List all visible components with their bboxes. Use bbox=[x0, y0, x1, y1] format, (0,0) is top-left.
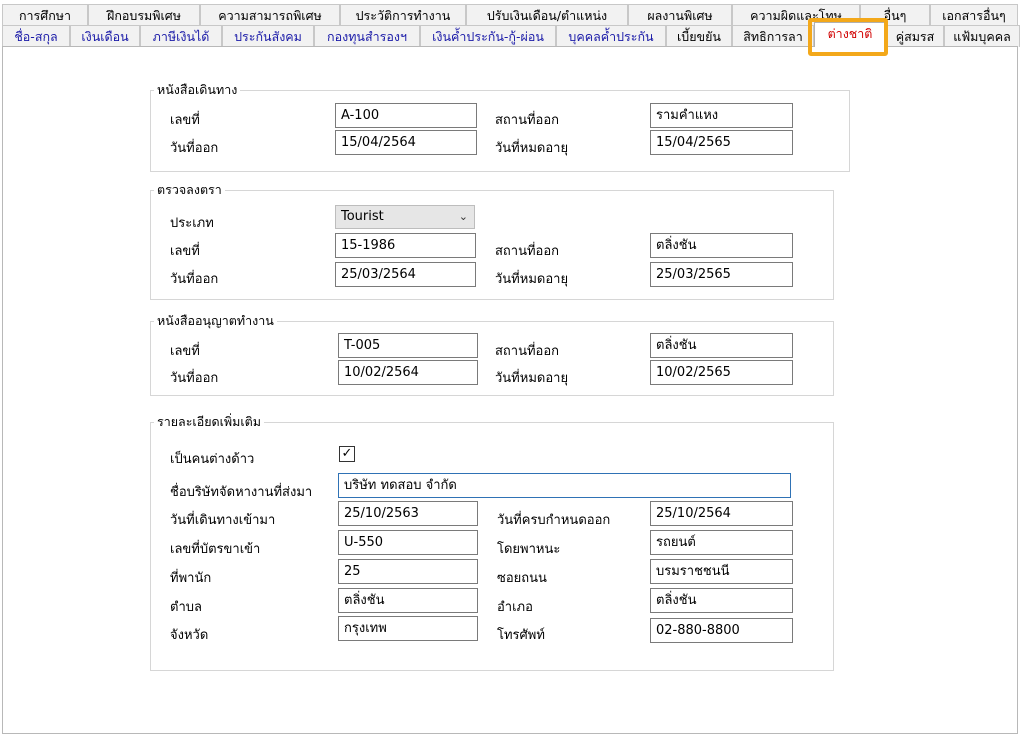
tab-education[interactable]: การศึกษา bbox=[2, 4, 88, 26]
due-date-input[interactable]: 25/10/2564 bbox=[650, 501, 793, 526]
street-label: ซอยถนน bbox=[497, 571, 547, 586]
work-permit-expire-label: วันที่หมดอายุ bbox=[495, 371, 569, 386]
work-permit-issue-input[interactable]: 10/02/2564 bbox=[338, 360, 478, 385]
alien-checkbox[interactable]: ✓ bbox=[339, 446, 355, 462]
visa-number-label: เลขที่ bbox=[170, 244, 200, 259]
tab-foreigner[interactable]: ต่างชาติ bbox=[814, 22, 886, 47]
residence-label: ที่พานัก bbox=[170, 571, 212, 586]
visa-type-select[interactable]: Tourist ⌄ bbox=[335, 205, 475, 229]
tab-other-documents[interactable]: เอกสารอื่นๆ bbox=[930, 4, 1018, 26]
tab-diligence[interactable]: เบี้ยขยัน bbox=[666, 25, 732, 47]
visa-number-input[interactable]: 15-1986 bbox=[335, 233, 476, 258]
phone-input[interactable]: 02-880-8800 bbox=[650, 618, 793, 643]
passport-number-label: เลขที่ bbox=[170, 113, 200, 128]
work-permit-place-label: สถานที่ออก bbox=[495, 344, 560, 359]
tab-guarantor[interactable]: บุคคลค้ำประกัน bbox=[556, 25, 666, 47]
work-permit-number-label: เลขที่ bbox=[170, 344, 200, 359]
work-permit-place-input[interactable]: ตลิ่งชัน bbox=[650, 333, 793, 358]
visa-legend: ตรวจลงตรา bbox=[157, 182, 222, 197]
details-legend: รายละเอียดเพิ่มเติม bbox=[157, 414, 262, 429]
entry-card-label: เลขที่บัตรขาเข้า bbox=[170, 542, 261, 557]
visa-issue-input[interactable]: 25/03/2564 bbox=[335, 262, 476, 287]
passport-place-input[interactable]: รามคำแหง bbox=[650, 103, 793, 128]
passport-issue-label: วันที่ออก bbox=[170, 141, 219, 156]
tab-special-training[interactable]: ฝึกอบรมพิเศษ bbox=[88, 4, 200, 26]
province-label: จังหวัด bbox=[170, 628, 209, 643]
chevron-down-icon: ⌄ bbox=[458, 210, 468, 223]
tab-spouse[interactable]: คู่สมรส bbox=[886, 25, 944, 47]
work-permit-issue-label: วันที่ออก bbox=[170, 371, 219, 386]
check-icon: ✓ bbox=[341, 446, 353, 461]
passport-expire-label: วันที่หมดอายุ bbox=[495, 141, 569, 156]
street-input[interactable]: บรมราชชนนี bbox=[650, 559, 793, 584]
tab-work-history[interactable]: ประวัติการทำงาน bbox=[340, 4, 466, 26]
passport-issue-input[interactable]: 15/04/2564 bbox=[335, 130, 477, 155]
passport-expire-input[interactable]: 15/04/2565 bbox=[650, 130, 793, 155]
tab-name[interactable]: ชื่อ-สกุล bbox=[2, 25, 70, 47]
entry-date-input[interactable]: 25/10/2563 bbox=[338, 501, 478, 526]
entry-date-label: วันที่เดินทางเข้ามา bbox=[170, 513, 276, 528]
visa-issue-label: วันที่ออก bbox=[170, 272, 219, 287]
district-input[interactable]: ตลิ่งชัน bbox=[650, 588, 793, 613]
entry-card-input[interactable]: U-550 bbox=[338, 530, 478, 555]
subdistrict-label: ตำบล bbox=[170, 600, 202, 615]
province-input[interactable]: กรุงเทพ bbox=[338, 616, 478, 641]
visa-place-input[interactable]: ตลิ่งชัน bbox=[650, 233, 793, 258]
work-permit-number-input[interactable]: T-005 bbox=[338, 333, 478, 358]
tab-leave[interactable]: สิทธิการลา bbox=[732, 25, 814, 47]
tab-salary[interactable]: เงินเดือน bbox=[70, 25, 140, 47]
tab-guarantee-loan[interactable]: เงินค้ำประกัน-กู้-ผ่อน bbox=[420, 25, 556, 47]
tab-special-skills[interactable]: ความสามารถพิเศษ bbox=[200, 4, 340, 26]
residence-input[interactable]: 25 bbox=[338, 559, 478, 584]
phone-label: โทรศัพท์ bbox=[497, 628, 545, 643]
vehicle-input[interactable]: รถยนต์ bbox=[650, 530, 793, 555]
tab-special-work[interactable]: ผลงานพิเศษ bbox=[628, 4, 732, 26]
tab-social-security[interactable]: ประกันสังคม bbox=[222, 25, 314, 47]
work-permit-legend: หนังสืออนุญาตทำงาน bbox=[157, 313, 274, 328]
visa-expire-label: วันที่หมดอายุ bbox=[495, 272, 569, 287]
tab-income-tax[interactable]: ภาษีเงินได้ bbox=[140, 25, 222, 47]
due-date-label: วันที่ครบกำหนดออก bbox=[497, 513, 611, 528]
work-permit-expire-input[interactable]: 10/02/2565 bbox=[650, 360, 793, 385]
subdistrict-input[interactable]: ตลิ่งชัน bbox=[338, 588, 478, 613]
visa-type-value: Tourist bbox=[341, 209, 384, 224]
tab-provident-fund[interactable]: กองทุนสำรองฯ bbox=[314, 25, 420, 47]
alien-label: เป็นคนต่างด้าว bbox=[170, 452, 255, 467]
visa-type-label: ประเภท bbox=[170, 216, 214, 231]
company-input[interactable]: บริษัท ทดสอบ จำกัด bbox=[338, 473, 791, 498]
tab-salary-position[interactable]: ปรับเงินเดือน/ตำแหน่ง bbox=[466, 4, 628, 26]
company-label: ชื่อบริษัทจัดหางานที่ส่งมา bbox=[170, 485, 313, 500]
vehicle-label: โดยพาหนะ bbox=[497, 542, 561, 557]
tab-personal-file[interactable]: แฟ้มบุคคล bbox=[944, 25, 1020, 47]
passport-number-input[interactable]: A-100 bbox=[335, 103, 477, 128]
passport-legend: หนังสือเดินทาง bbox=[157, 82, 238, 97]
district-label: อำเภอ bbox=[497, 600, 533, 615]
visa-place-label: สถานที่ออก bbox=[495, 244, 560, 259]
passport-place-label: สถานที่ออก bbox=[495, 113, 560, 128]
visa-expire-input[interactable]: 25/03/2565 bbox=[650, 262, 793, 287]
